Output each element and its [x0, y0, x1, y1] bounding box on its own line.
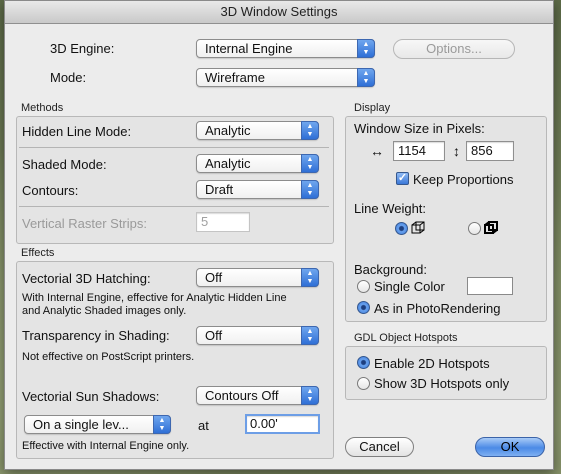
raster-strips-label: Vertical Raster Strips: [22, 216, 147, 231]
effects-title: Effects [21, 247, 55, 259]
line-weight-thin-radio[interactable] [395, 222, 408, 235]
keep-proportions-label: Keep Proportions [413, 172, 514, 187]
chevron-updown-icon: ▲ ▼ [301, 180, 319, 199]
width-arrows-icon: ↔ [370, 143, 384, 159]
single-color-label: Single Color [374, 279, 445, 294]
shaded-mode-label: Shaded Mode: [22, 157, 107, 172]
transparency-value: Off [205, 328, 223, 343]
transparency-note: Not effective on PostScript printers. [22, 351, 195, 363]
shaded-mode-select[interactable]: Analytic ▲ ▼ [196, 154, 319, 173]
show-3d-hotspots-radio[interactable] [357, 377, 370, 390]
hatching-note-1: With Internal Engine, effective for Anal… [22, 292, 287, 304]
line-weight-thick-radio[interactable] [468, 222, 481, 235]
contours-select[interactable]: Draft ▲ ▼ [196, 180, 319, 199]
window-width-field[interactable]: 1154 [393, 141, 445, 161]
hatching-value: Off [205, 270, 223, 285]
shadow-level-height-field[interactable]: 0.00' [245, 414, 320, 434]
single-color-radio[interactable] [357, 280, 370, 293]
chevron-updown-icon: ▲ ▼ [301, 268, 319, 287]
mode-label: Mode: [50, 70, 87, 85]
shadow-level-value: On a single lev... [33, 417, 129, 432]
engine-label: 3D Engine: [50, 41, 115, 56]
chevron-updown-icon: ▲ ▼ [357, 39, 375, 58]
at-label: at [198, 418, 209, 433]
hotspots-box [345, 346, 547, 400]
chevron-updown-icon: ▲ ▼ [301, 154, 319, 173]
chevron-updown-icon: ▲ ▼ [153, 415, 171, 434]
line-weight-label: Line Weight: [354, 201, 427, 216]
wireframe-box-bold-icon [484, 221, 498, 234]
cancel-button[interactable]: Cancel [345, 437, 414, 457]
sun-shadows-label: Vectorial Sun Shadows: [22, 389, 160, 404]
enable-2d-hotspots-radio[interactable] [357, 356, 370, 369]
chevron-updown-icon: ▲ ▼ [301, 121, 319, 140]
divider [19, 206, 329, 207]
engine-select[interactable]: Internal Engine ▲ ▼ [196, 39, 375, 58]
sun-shadows-value: Contours Off [205, 388, 279, 403]
mode-select[interactable]: Wireframe ▲ ▼ [196, 68, 375, 87]
window-size-label: Window Size in Pixels: [354, 121, 485, 136]
hidden-line-value: Analytic [205, 123, 251, 138]
sun-shadows-select[interactable]: Contours Off ▲ ▼ [196, 386, 319, 405]
height-arrows-icon: ↕ [453, 143, 460, 159]
ok-button[interactable]: OK [475, 437, 545, 457]
chevron-updown-icon: ▲ ▼ [301, 326, 319, 345]
enable-2d-hotspots-label: Enable 2D Hotspots [374, 356, 490, 371]
shadow-level-select[interactable]: On a single lev... ▲ ▼ [24, 415, 171, 434]
contours-value: Draft [205, 182, 234, 197]
display-title: Display [354, 102, 391, 114]
settings-dialog: 3D Window Settings 3D Engine: Internal E… [4, 0, 554, 470]
shaded-mode-value: Analytic [205, 156, 251, 171]
window-height-field[interactable]: 856 [466, 141, 514, 161]
hatching-note-2: and Analytic Shaded images only. [22, 305, 187, 317]
sun-shadows-note: Effective with Internal Engine only. [22, 440, 190, 452]
hotspots-title: GDL Object Hotspots [354, 332, 458, 344]
divider [19, 147, 329, 148]
transparency-label: Transparency in Shading: [22, 328, 170, 343]
hatching-label: Vectorial 3D Hatching: [22, 271, 151, 286]
photorendering-radio[interactable] [357, 301, 370, 314]
window-title: 3D Window Settings [5, 1, 553, 24]
hidden-line-select[interactable]: Analytic ▲ ▼ [196, 121, 319, 140]
wireframe-box-icon [411, 221, 425, 234]
contours-label: Contours: [22, 183, 79, 198]
chevron-updown-icon: ▲ ▼ [357, 68, 375, 87]
keep-proportions-checkbox[interactable]: ✓ [396, 172, 409, 185]
methods-title: Methods [21, 102, 64, 114]
photorendering-label: As in PhotoRendering [374, 301, 501, 316]
background-color-swatch[interactable] [467, 277, 513, 295]
show-3d-hotspots-label: Show 3D Hotspots only [374, 376, 510, 391]
mode-select-value: Wireframe [205, 70, 265, 85]
engine-select-value: Internal Engine [205, 41, 293, 56]
chevron-updown-icon: ▲ ▼ [301, 386, 319, 405]
transparency-select[interactable]: Off ▲ ▼ [196, 326, 319, 345]
options-button[interactable]: Options... [393, 39, 515, 59]
hidden-line-label: Hidden Line Mode: [22, 124, 132, 139]
hatching-select[interactable]: Off ▲ ▼ [196, 268, 319, 287]
background-label: Background: [354, 262, 427, 277]
raster-strips-field[interactable]: 5 [196, 212, 250, 232]
